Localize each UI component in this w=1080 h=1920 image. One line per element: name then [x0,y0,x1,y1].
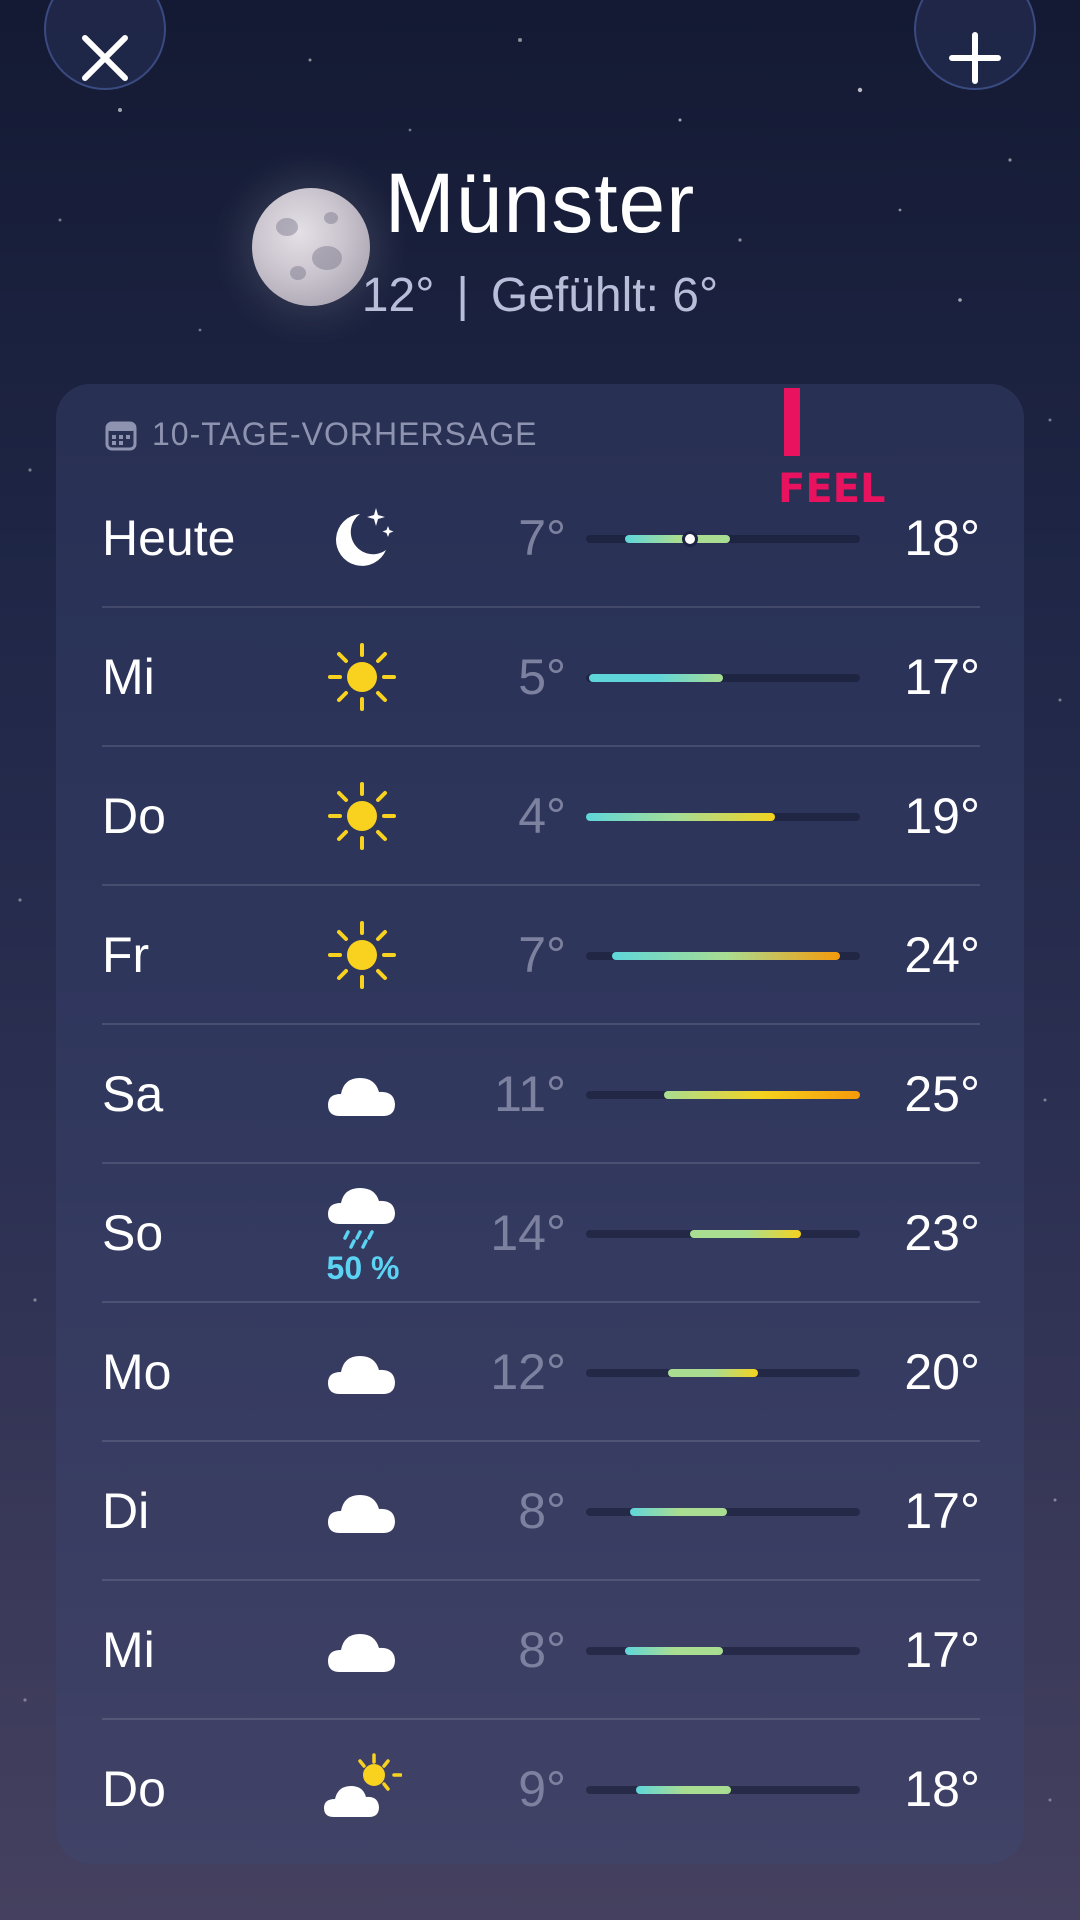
forecast-title: 10-TAGE-VORHERSAGE [152,416,538,452]
temperature-range-track [586,1786,860,1794]
close-icon [82,35,128,81]
forecast-day: Mi [102,1622,155,1678]
forecast-row[interactable]: So 50 % 14° 23° [102,1164,980,1303]
temperature-range-track [586,1508,860,1516]
temperature-range-bar [625,1647,723,1655]
sun-icon [322,776,402,856]
current-temperature: 12° [361,269,435,322]
temperature-range-track [586,1230,860,1238]
forecast-day: Mi [102,649,155,705]
feel-badge-bar [784,388,800,456]
forecast-row[interactable]: Di 8° 17° [102,1442,980,1581]
forecast-row[interactable]: Fr 7° 24° [102,886,980,1025]
forecast-day: Fr [102,927,150,983]
temperature-range-bar [635,1786,731,1794]
high-temperature: 23° [904,1205,980,1261]
low-temperature: 7° [518,927,566,983]
low-temperature: 12° [490,1344,566,1400]
low-temperature: 11° [494,1066,566,1122]
temperature-range-track [586,531,860,547]
temperature-range-bar [690,1230,802,1238]
forecast-row[interactable]: Do 4° 19° [102,747,980,886]
low-temperature: 14° [490,1205,566,1261]
add-location-button[interactable] [914,0,1036,90]
separator: | [456,269,469,322]
current-temperature-dot [682,531,699,547]
feel-badge-text: FEEL [778,466,886,512]
temperature-range-bar [625,535,730,543]
forecast-day: So [102,1205,164,1261]
cloud-icon [322,1054,402,1134]
forecast-day: Do [102,1761,166,1817]
forecast-day: Do [102,788,166,844]
high-temperature: 17° [904,1483,980,1539]
calendar-icon [105,421,137,450]
forecast-row[interactable]: Do 9° 18° [102,1720,980,1859]
forecast-row[interactable]: Mi 5° 17° [102,608,980,747]
low-temperature: 4° [518,788,566,844]
temperature-range-track [586,1369,860,1377]
temperature-range-bar [612,952,841,960]
feels-like: Gefühlt: 6° [490,269,719,322]
low-temperature: 9° [518,1761,566,1817]
temperature-range-track [586,1091,860,1099]
temperature-range-track [586,1647,860,1655]
forecast-row[interactable]: Mi 8° 17° [102,1581,980,1720]
high-temperature: 17° [904,1622,980,1678]
temperature-range-bar [588,674,723,682]
low-temperature: 7° [518,510,566,566]
high-temperature: 19° [904,788,980,844]
cloud-rain-icon [322,1178,402,1258]
temperature-range-track [586,813,860,821]
high-temperature: 18° [904,1761,980,1817]
cloud-icon [322,1332,402,1412]
city-name: Münster [384,156,696,250]
cloud-icon [322,1471,402,1551]
low-temperature: 8° [518,1483,566,1539]
plus-icon [949,32,1001,84]
forecast-day: Mo [102,1344,172,1400]
cloud-icon [322,1610,402,1690]
temperature-range-bar [668,1369,759,1377]
low-temperature: 5° [518,649,566,705]
sun-icon [322,637,402,717]
moon-stars-icon [322,498,402,578]
current-conditions: 12° | Gefühlt: 6° [0,268,1080,323]
forecast-day: Di [102,1483,150,1539]
high-temperature: 17° [904,649,980,705]
cloud-sun-icon [322,1749,403,1829]
temperature-range-bar [664,1091,860,1099]
temperature-range-track [586,674,860,682]
temperature-range-track [586,952,860,960]
ten-day-forecast-card[interactable]: 10-TAGE-VORHERSAGE Heute 7° 18° Mi 5° 17° Do 4°… [56,384,1024,1864]
low-temperature: 8° [518,1622,566,1678]
high-temperature: 20° [904,1344,980,1400]
high-temperature: 25° [904,1066,980,1122]
forecast-day: Sa [102,1066,164,1122]
temperature-range-bar [586,813,776,821]
forecast-row[interactable]: Sa 11° 25° [102,1025,980,1164]
forecast-row[interactable]: Mo 12° 20° [102,1303,980,1442]
forecast-header: 10-TAGE-VORHERSAGE [104,416,537,453]
forecast-day: Heute [102,510,236,566]
high-temperature: 24° [904,927,980,983]
sun-icon [322,915,402,995]
temperature-range-bar [630,1508,727,1516]
close-button[interactable] [44,0,166,90]
